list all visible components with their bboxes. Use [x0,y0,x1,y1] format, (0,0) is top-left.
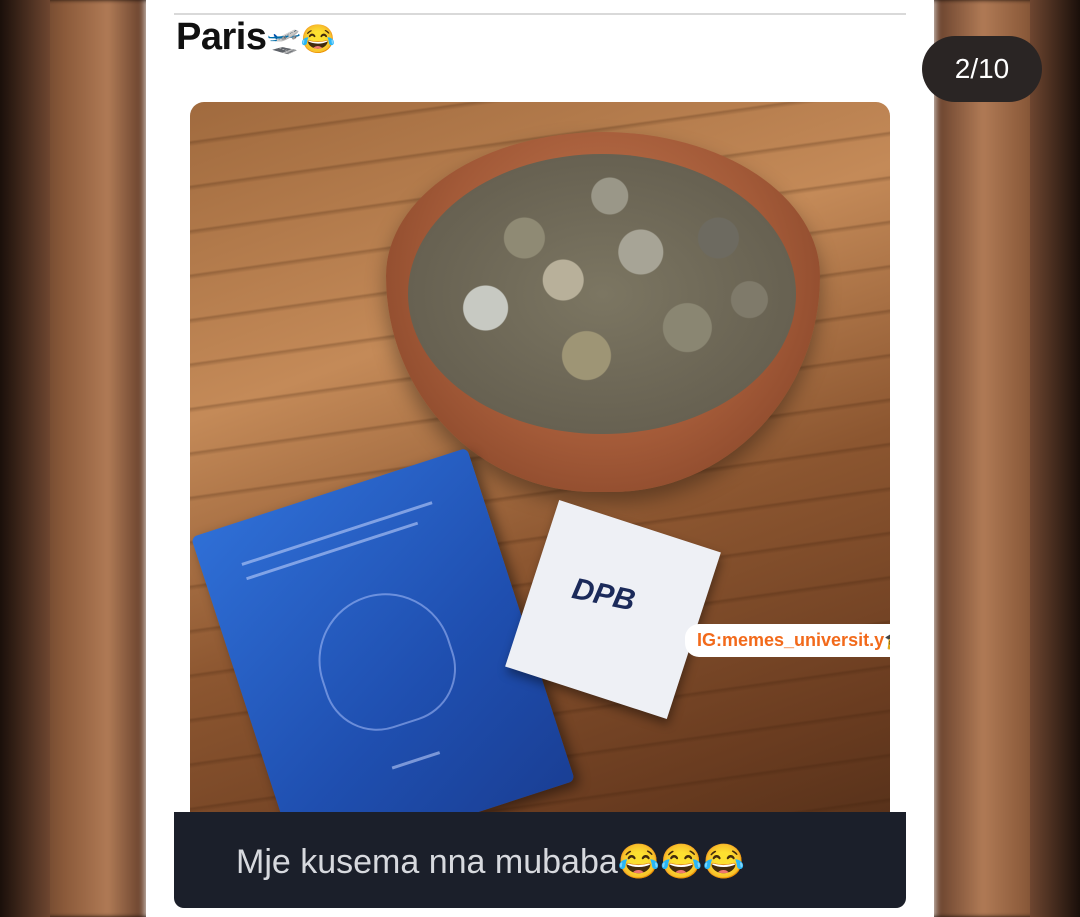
gallery-counter: 2/10 [922,36,1042,102]
coins-pile [408,154,796,434]
passport-text-line [241,501,433,566]
passport-text-line [246,521,419,581]
caption-emoji: 🛫😂 [266,23,336,55]
right-blur-edge [1030,0,1080,917]
caption-text: Paris [176,16,267,58]
post-caption: Paris🛫😂 [176,16,336,59]
card-logo: DPB [569,572,639,618]
instagram-watermark: IG:memes_universit.y🎓 [685,624,890,657]
subtitle-bar: Mje kusema nna mubaba😂😂😂 [174,812,906,908]
subtitle-text: Mje kusema nna mubaba😂😂😂 [236,843,745,881]
left-blur-edge [0,0,50,917]
post-card: Paris🛫😂 DPB IG:memes_universit.y🎓 Mje ku… [146,0,934,917]
post-photo[interactable]: DPB IG:memes_universit.y🎓 [190,102,890,908]
divider [174,13,906,15]
passport-text-line [391,751,441,770]
passport-emblem [301,575,470,745]
